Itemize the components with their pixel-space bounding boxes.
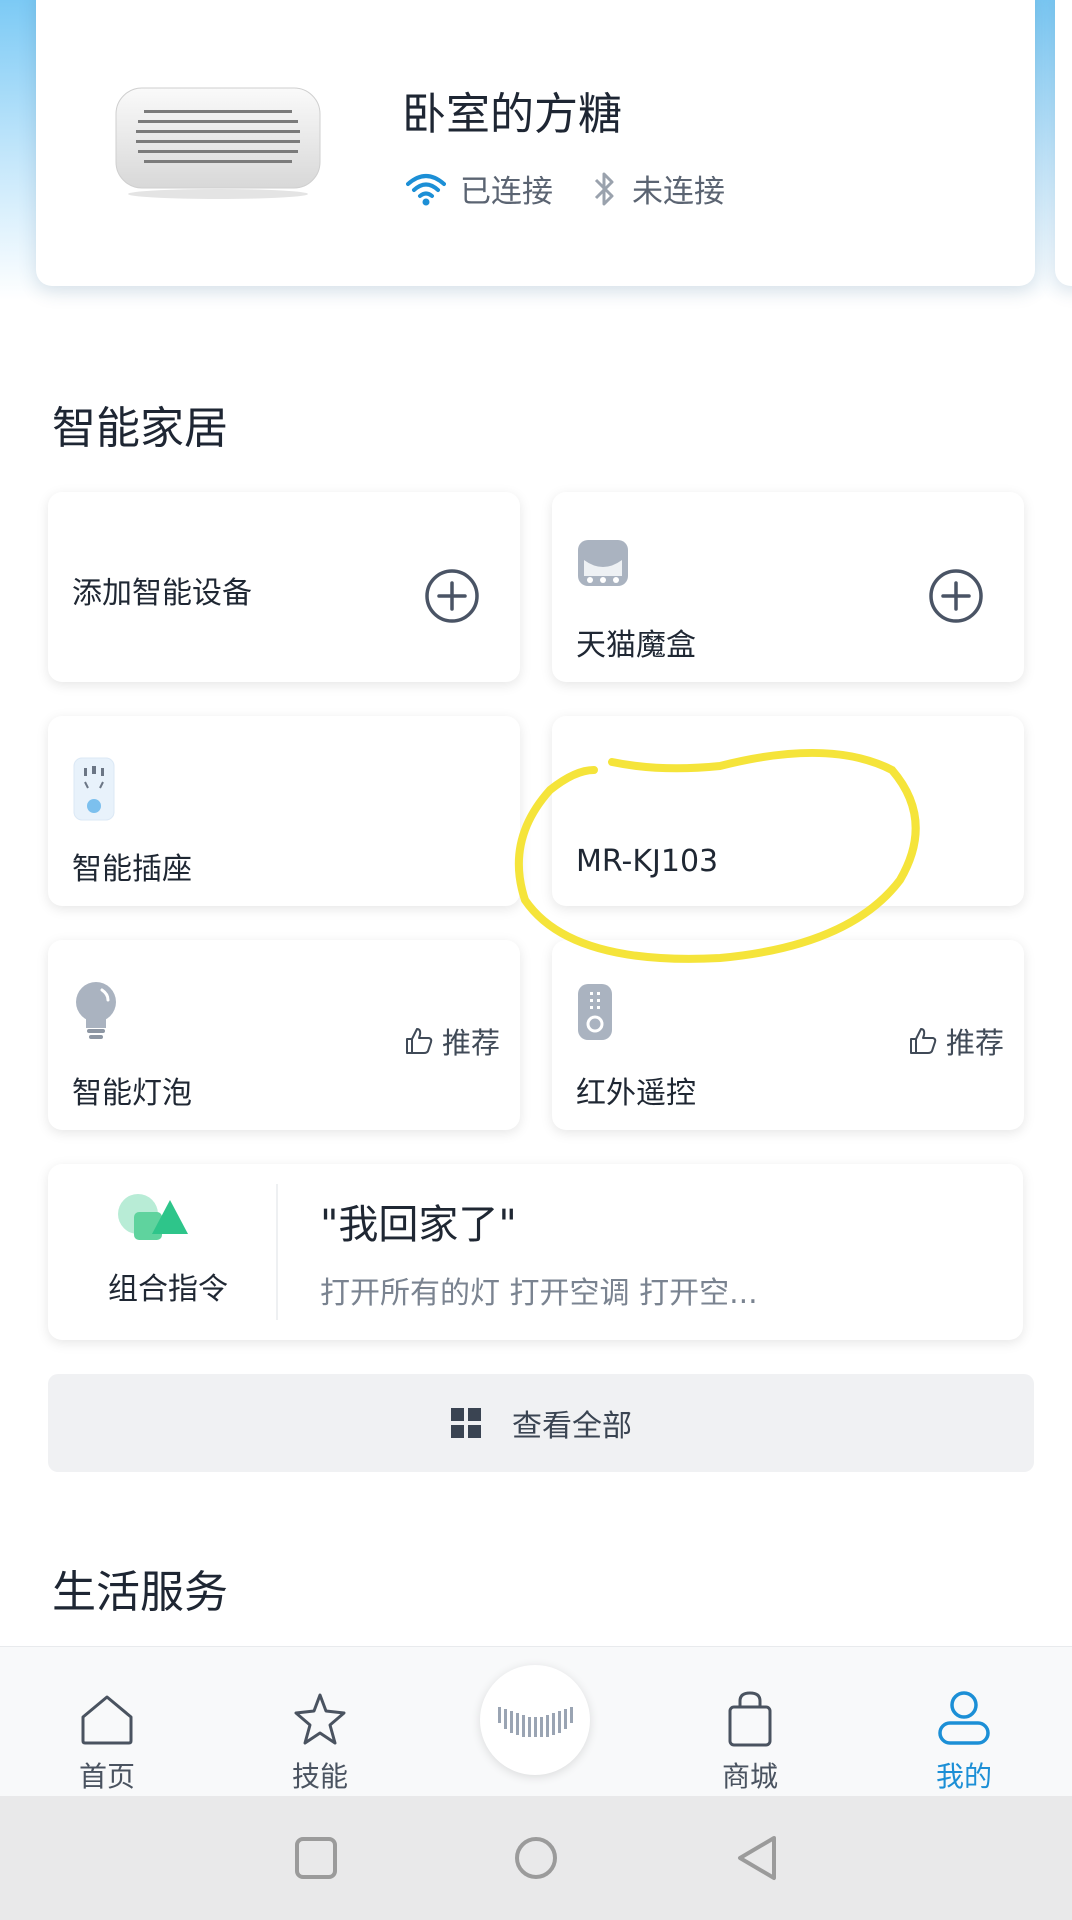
grid-icon [451,1408,481,1438]
remote-icon [578,984,612,1040]
bag-icon [728,1691,772,1747]
tab-skills[interactable]: 技能 [250,1647,390,1797]
tab-label: 首页 [78,1760,135,1793]
plus-icon [929,569,983,623]
tab-store[interactable]: 商城 [680,1647,820,1797]
tab-label: 商城 [721,1760,778,1793]
device-name: 卧室的方糖 [402,89,622,140]
combo-label: 组合指令 [108,1272,228,1307]
wifi-status: 已连接 [406,166,553,211]
recommend-label: 推荐 [945,1026,1004,1060]
combo-title: "我回家了" [320,1202,517,1248]
recent-apps-icon[interactable] [294,1836,338,1880]
tmall-box-tile[interactable]: 天猫魔盒 [552,492,1024,682]
speaker-image [115,87,321,199]
combo-description: 打开所有的灯 打开空调 打开空... [320,1276,758,1311]
star-icon [294,1693,346,1745]
shapes-icon [118,1194,188,1240]
view-all-label: 查看全部 [512,1409,632,1444]
bluetooth-status: 未连接 [592,166,725,211]
thumbs-up-icon [405,1028,433,1054]
divider [276,1184,278,1320]
home-nav-icon[interactable] [512,1834,560,1882]
tab-label: 技能 [291,1760,348,1793]
smart-socket-tile[interactable]: 智能插座 [48,716,520,906]
bulb-icon [76,982,116,1039]
smart-bulb-tile[interactable]: 智能灯泡 推荐 [48,940,520,1130]
recommend-badge[interactable]: 推荐 [404,1020,500,1062]
thumbs-up-icon [909,1028,937,1054]
combo-command-card[interactable]: 组合指令 "我回家了" 打开所有的灯 打开空调 打开空... [48,1164,1023,1340]
tab-home[interactable]: 首页 [37,1647,177,1797]
user-icon [938,1691,990,1745]
tab-me[interactable]: 我的 [894,1647,1034,1797]
tile-label: MR-KJ103 [576,844,719,879]
device-card[interactable] [36,0,1035,286]
back-icon[interactable] [734,1834,780,1882]
tile-label: 添加智能设备 [72,576,252,611]
mr-kj103-tile[interactable]: MR-KJ103 [552,716,1024,906]
bluetooth-status-text: 未连接 [632,174,725,210]
voice-icon [498,1707,573,1737]
home-icon [81,1695,133,1745]
tv-box-icon [578,540,628,586]
wifi-status-text: 已连接 [460,174,553,210]
system-nav-bar [0,1796,1072,1920]
tile-label: 智能灯泡 [72,1076,192,1111]
recommend-badge[interactable]: 推荐 [908,1020,1004,1062]
wifi-icon [406,173,446,205]
tile-label: 智能插座 [72,852,192,887]
tile-label: 天猫魔盒 [576,628,696,663]
tab-label: 我的 [935,1760,992,1793]
recommend-label: 推荐 [441,1026,500,1060]
add-device-tile[interactable]: 添加智能设备 [48,492,520,682]
bluetooth-icon [594,172,614,205]
tile-label: 红外遥控 [576,1076,696,1111]
plus-icon [425,569,479,623]
view-all-button[interactable]: 查看全部 [48,1374,1034,1472]
smart-home-title: 智能家居 [52,403,228,454]
ir-remote-tile[interactable]: 红外遥控 推荐 [552,940,1024,1130]
life-services-title: 生活服务 [52,1567,228,1618]
voice-button[interactable] [480,1665,590,1775]
socket-icon [73,757,115,821]
next-device-card[interactable] [1055,0,1072,286]
